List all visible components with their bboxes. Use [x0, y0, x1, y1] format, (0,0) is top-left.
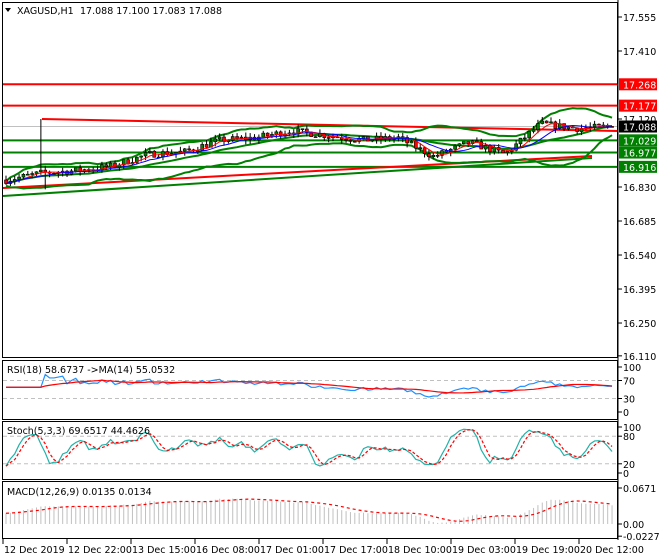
- candle: [213, 138, 218, 143]
- candle: [435, 155, 440, 157]
- rsi-tick-label: 70: [623, 377, 635, 388]
- candle: [352, 140, 357, 143]
- candle: [505, 151, 510, 154]
- candle: [422, 147, 427, 155]
- candle: [39, 169, 43, 173]
- candle: [466, 141, 470, 144]
- macd-tick-label: 0.00: [623, 520, 644, 531]
- candle: [34, 171, 39, 174]
- candle: [348, 140, 353, 142]
- candle: [549, 121, 553, 124]
- rsi-title: RSI(18) 58.6737 ->MA(14) 55.0532: [7, 365, 175, 376]
- candle: [536, 123, 540, 131]
- candle: [461, 141, 466, 145]
- candle: [370, 139, 375, 142]
- candle: [265, 132, 270, 137]
- candle: [148, 150, 152, 153]
- price-label-text: 17.088: [623, 123, 656, 134]
- candle: [414, 141, 418, 149]
- stoch-tick-label: 80: [623, 432, 635, 443]
- candle: [217, 136, 222, 140]
- candle: [597, 123, 601, 126]
- candle: [501, 149, 505, 154]
- price-label-text: 17.177: [623, 102, 656, 113]
- candle: [30, 173, 34, 175]
- candle: [182, 148, 187, 152]
- candle: [326, 137, 331, 139]
- candle: [553, 121, 558, 129]
- candle: [431, 155, 436, 158]
- candle: [17, 176, 21, 180]
- candle: [418, 147, 423, 149]
- candle: [25, 173, 30, 176]
- candle: [592, 123, 597, 128]
- price-label-text: 16.916: [623, 163, 656, 174]
- candle: [204, 144, 209, 148]
- time-tick-label: 12 Dec 22:00: [68, 545, 132, 556]
- symbol-label: XAGUSD,H1: [17, 6, 74, 17]
- candle: [523, 137, 527, 140]
- main-pane[interactable]: [2, 2, 618, 358]
- time-tick-label: 19 Dec 03:00: [452, 545, 516, 556]
- time-tick-label: 12 Dec 2019: [4, 545, 65, 556]
- time-tick-label: 17 Dec 17:00: [324, 545, 388, 556]
- price-tick-label: 17.555: [623, 13, 656, 24]
- candle: [261, 132, 266, 138]
- macd-tick-label: -0.0227: [623, 532, 660, 543]
- price-tick-label: 16.395: [623, 285, 656, 296]
- ohlc-values: 17.088 17.100 17.083 17.088: [80, 6, 222, 17]
- price-tick-label: 16.250: [623, 319, 656, 330]
- stoch-tick-label: 0: [623, 469, 629, 480]
- time-tick-label: 19 Dec 19:00: [516, 545, 580, 556]
- candle: [544, 120, 549, 124]
- price-tick-label: 17.410: [623, 47, 656, 58]
- candle: [575, 127, 579, 132]
- candle: [235, 136, 239, 139]
- price-tick-label: 16.685: [623, 217, 656, 228]
- candle: [427, 153, 431, 158]
- candle: [475, 140, 479, 143]
- candle: [104, 164, 109, 167]
- candle: [313, 136, 318, 138]
- candle: [492, 147, 497, 153]
- candle: [143, 152, 148, 157]
- candle: [344, 138, 348, 141]
- candle: [453, 145, 457, 150]
- rsi-tick-label: 30: [623, 395, 635, 406]
- candle: [108, 162, 113, 167]
- time-tick-label: 20 Dec 12:00: [580, 545, 644, 556]
- candle: [518, 137, 523, 145]
- macd-title: MACD(12,26,9) 0.0135 0.0134: [7, 487, 152, 498]
- trading-chart[interactable]: 17.55517.41017.12016.83016.68516.54016.3…: [0, 0, 660, 560]
- rsi-tick-label: 0: [623, 408, 629, 419]
- candle: [239, 136, 244, 139]
- price-tick-label: 16.110: [623, 352, 656, 363]
- price-label-text: 16.977: [623, 149, 656, 160]
- candle: [531, 129, 536, 132]
- candle: [457, 143, 462, 147]
- rsi-tick-label: 100: [623, 363, 641, 374]
- candle: [527, 131, 532, 139]
- candle: [139, 155, 143, 158]
- candle: [409, 141, 414, 144]
- candle: [152, 150, 157, 158]
- time-tick-label: 17 Dec 01:00: [260, 545, 324, 556]
- time-tick-label: 18 Dec 10:00: [388, 545, 452, 556]
- price-label-text: 17.029: [623, 136, 656, 147]
- candle: [187, 148, 191, 151]
- time-tick-label: 13 Dec 15:00: [132, 545, 196, 556]
- candle: [300, 128, 305, 131]
- candle: [540, 120, 545, 124]
- candle: [483, 145, 488, 150]
- time-tick-label: 16 Dec 08:00: [196, 545, 260, 556]
- price-label-text: 17.268: [623, 80, 656, 91]
- candle: [21, 174, 26, 178]
- candle: [566, 126, 571, 130]
- candle: [73, 167, 78, 172]
- macd-tick-label: 0.0671: [623, 484, 656, 495]
- price-tick-label: 16.830: [623, 183, 656, 194]
- price-tick-label: 16.540: [623, 251, 656, 262]
- stoch-title: Stoch(5,3,3) 69.6517 44.4626: [7, 426, 150, 437]
